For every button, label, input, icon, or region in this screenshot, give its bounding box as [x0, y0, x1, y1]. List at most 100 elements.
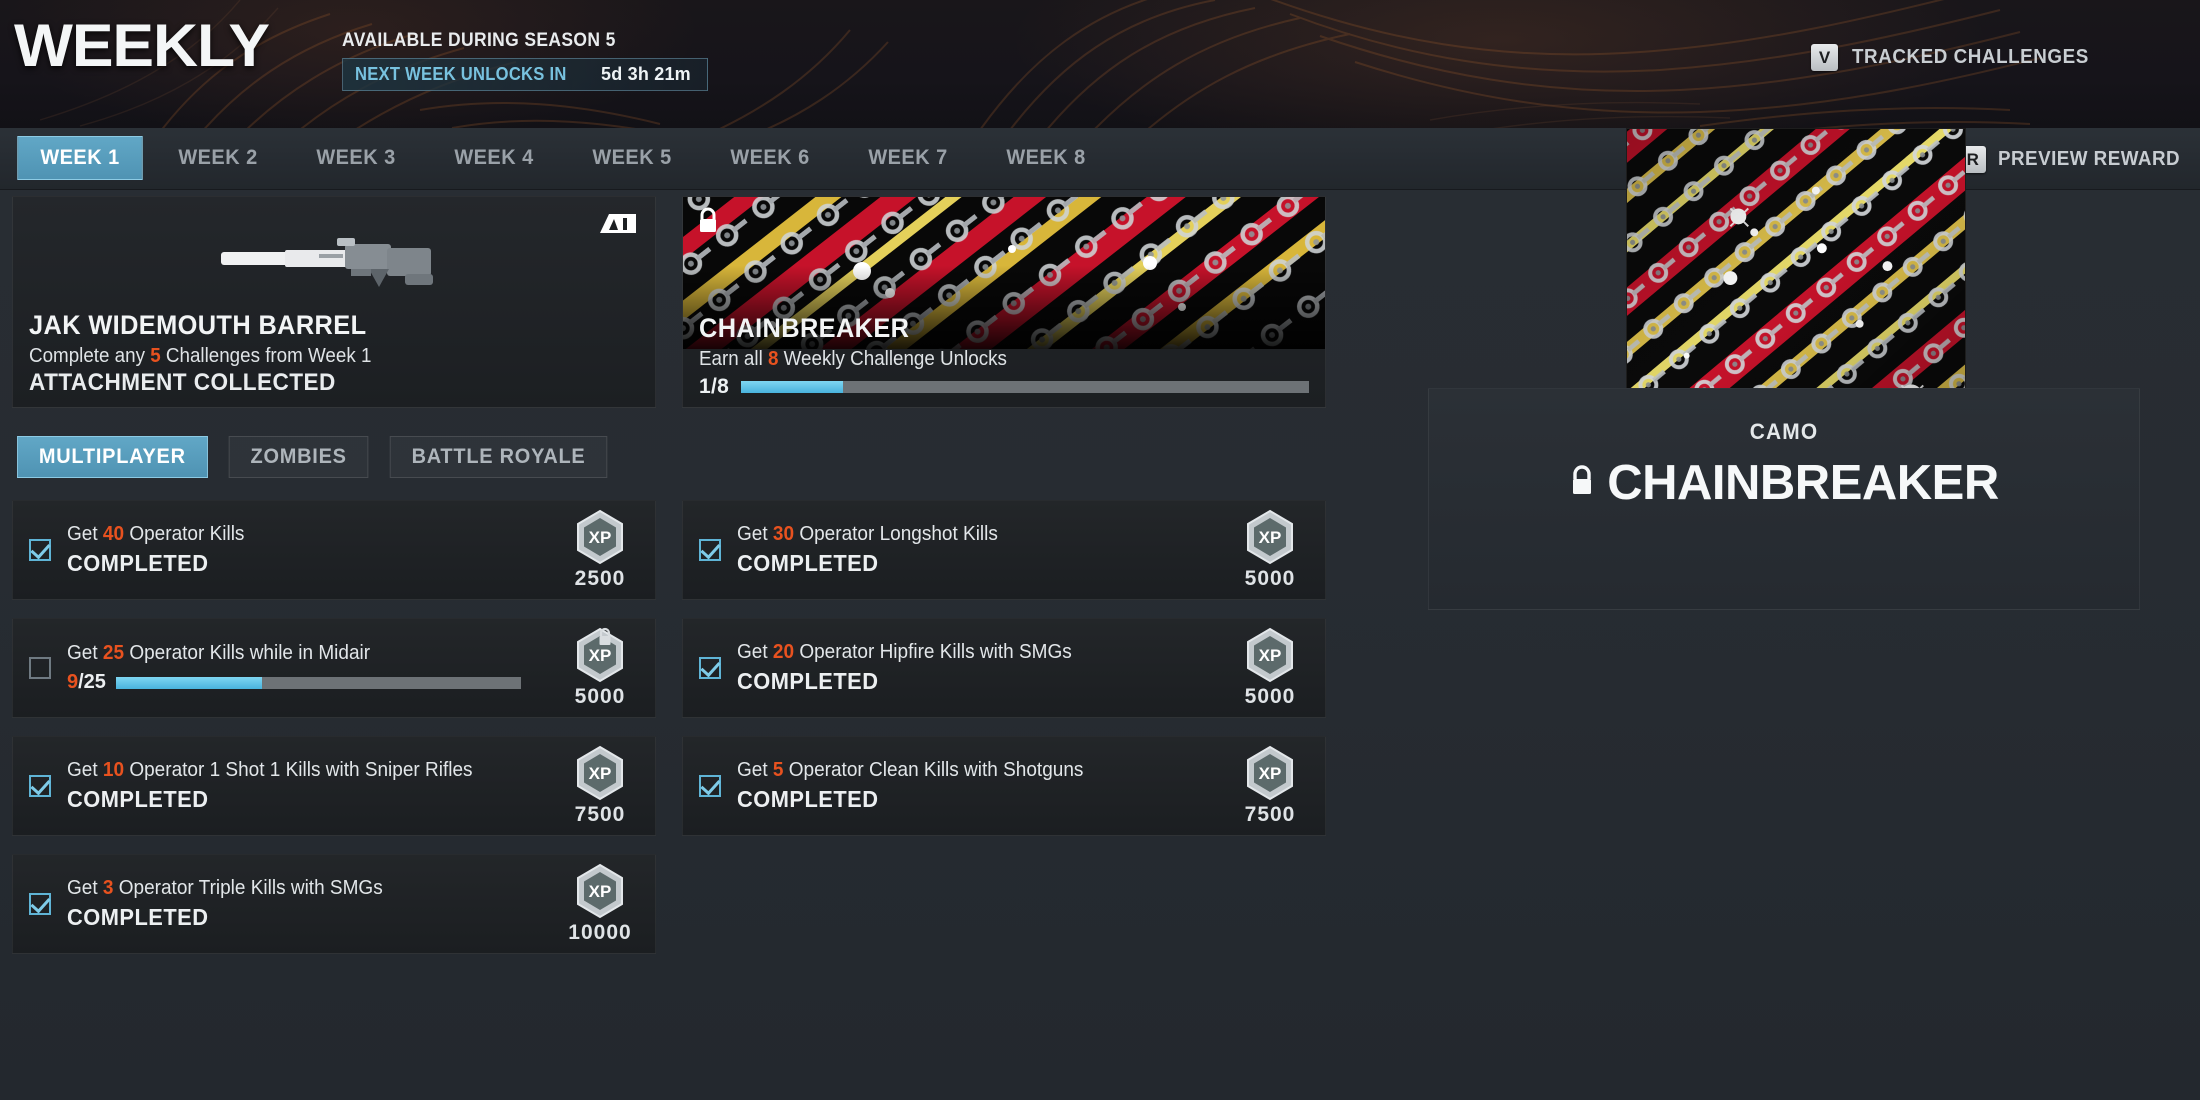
svg-text:XP: XP [589, 528, 612, 547]
challenge-lock-badge [597, 627, 613, 652]
challenge-row[interactable]: Get 3 Operator Triple Kills with SMGs COM… [12, 854, 656, 954]
challenge-progress-bar [115, 676, 521, 689]
svg-text:XP: XP [1259, 646, 1282, 665]
camo-card-text: CHAINBREAKER Earn all 8 Weekly Challenge… [699, 313, 1309, 399]
tab-week-8[interactable]: WEEK 8 [983, 136, 1108, 180]
svg-text:XP: XP [1259, 528, 1282, 547]
jak-logo-icon [597, 209, 639, 239]
camo-name: CHAINBREAKER [699, 313, 910, 343]
challenge-xp-reward: XP 5000 [1221, 509, 1325, 591]
tab-battle-royale[interactable]: BATTLE ROYALE [389, 436, 608, 478]
tab-week-6[interactable]: WEEK 6 [707, 136, 832, 180]
svg-text:XP: XP [589, 764, 612, 783]
challenge-body: Get 20 Operator Hipfire Kills with SMGs C… [721, 641, 1221, 695]
challenge-xp-reward: XP 7500 [1221, 745, 1325, 827]
challenge-description: Get 20 Operator Hipfire Kills with SMGs [737, 641, 1184, 665]
challenge-lock-icon [599, 627, 611, 645]
challenge-row[interactable]: Get 30 Operator Longshot Kills COMPLETED X… [682, 500, 1326, 600]
challenge-description: Get 30 Operator Longshot Kills [737, 523, 1184, 547]
tab-week-1[interactable]: WEEK 1 [17, 136, 143, 180]
attachment-reward-card[interactable]: JAK WIDEMOUTH BARREL Complete any 5 Chal… [12, 196, 656, 408]
challenge-list: Get 40 Operator Kills COMPLETED XP 2500 Get … [12, 500, 1342, 954]
challenge-status: COMPLETED [67, 903, 209, 930]
season-info: AVAILABLE DURING SEASON 5 NEXT WEEK UNLO… [342, 30, 708, 91]
week-tabs: WEEK 1 WEEK 2 WEEK 3 WEEK 4 WEEK 5 WEEK … [14, 136, 1112, 180]
season-availability-label: AVAILABLE DURING SEASON 5 [342, 30, 616, 51]
challenge-desc-prefix: Get [737, 759, 773, 782]
challenge-xp-reward: XP 5000 [1221, 627, 1325, 709]
challenge-checkbox[interactable] [29, 539, 51, 561]
xp-hex-icon: XP [577, 745, 623, 801]
tab-multiplayer[interactable]: MULTIPLAYER [17, 436, 208, 478]
unlock-timer-value: 5d 3h 21m [601, 64, 691, 84]
attachment-name: JAK WIDEMOUTH BARREL [29, 310, 367, 340]
challenge-description: Get 5 Operator Clean Kills with Shotguns [737, 759, 1184, 783]
sniper-rifle-icon [219, 230, 449, 294]
xp-hex-icon: XP [1247, 509, 1293, 565]
camo-reward-card[interactable]: CHAINBREAKER Earn all 8 Weekly Challenge… [682, 196, 1326, 408]
xp-hex-icon: XP [577, 863, 623, 919]
xp-hex-icon: XP [1247, 627, 1293, 683]
camo-progress-bar [741, 381, 1309, 393]
camo-name-row: CHAINBREAKER [1569, 455, 1999, 511]
challenge-row[interactable]: Get 10 Operator 1 Shot 1 Kills with Snip… [12, 736, 656, 836]
tab-week-4[interactable]: WEEK 4 [431, 136, 556, 180]
tab-week-3[interactable]: WEEK 3 [293, 136, 418, 180]
challenge-desc-prefix: Get [67, 759, 103, 782]
reward-cards: JAK WIDEMOUTH BARREL Complete any 5 Chal… [12, 196, 1326, 408]
challenge-desc-count: 40 [102, 523, 125, 546]
challenge-row[interactable]: Get 5 Operator Clean Kills with Shotguns… [682, 736, 1326, 836]
attachment-status: ATTACHMENT COLLECTED [29, 369, 336, 396]
challenge-desc-prefix: Get [67, 523, 103, 546]
camo-name-lock-icon [1569, 464, 1595, 503]
challenge-checkbox[interactable] [29, 893, 51, 915]
svg-text:XP: XP [589, 882, 612, 901]
challenge-desc-suffix: Operator Triple Kills with SMGs [113, 877, 383, 900]
challenge-desc-suffix: Operator Kills while in Midair [124, 641, 371, 664]
camo-progress-text: 1/8 [699, 375, 730, 398]
challenge-desc-suffix: Operator Longshot Kills [794, 523, 998, 546]
challenge-description: Get 25 Operator Kills while in Midair [67, 642, 514, 666]
reward-preview-panel: CAMO CHAINBREAKER [1360, 0, 2200, 910]
weekly-challenges-screen: WEEKLY AVAILABLE DURING SEASON 5 NEXT WE… [0, 0, 2200, 1100]
challenge-checkbox[interactable] [699, 657, 721, 679]
camo-progress: 1/8 [699, 375, 1309, 399]
challenge-body: Get 5 Operator Clean Kills with Shotguns… [721, 759, 1221, 813]
challenge-xp-reward: XP 2500 [551, 509, 655, 591]
challenge-row[interactable]: Get 40 Operator Kills COMPLETED XP 2500 [12, 500, 656, 600]
xp-hex-icon: XP [577, 509, 623, 565]
tab-zombies[interactable]: ZOMBIES [228, 436, 369, 478]
challenge-checkbox[interactable] [699, 539, 721, 561]
challenge-desc-prefix: Get [67, 877, 103, 900]
challenge-status: COMPLETED [737, 667, 879, 694]
challenge-status: COMPLETED [67, 549, 209, 576]
challenge-xp-amount: 7500 [574, 803, 626, 826]
challenge-status: COMPLETED [737, 549, 879, 576]
challenge-xp-amount: 5000 [1244, 567, 1296, 590]
challenge-progress-text: 9/25 [67, 671, 106, 694]
challenge-body: Get 25 Operator Kills while in Midair 9/2… [51, 642, 551, 695]
camo-lock-icon [697, 207, 719, 239]
tab-week-5[interactable]: WEEK 5 [569, 136, 694, 180]
svg-text:XP: XP [1259, 764, 1282, 783]
challenge-desc-count: 3 [102, 877, 114, 900]
tab-week-7[interactable]: WEEK 7 [845, 136, 970, 180]
challenge-status: COMPLETED [67, 785, 209, 812]
challenge-desc-count: 30 [772, 523, 795, 546]
page-title: WEEKLY [14, 12, 270, 79]
mode-tabs: MULTIPLAYER ZOMBIES BATTLE ROYALE [12, 436, 613, 478]
challenge-checkbox[interactable] [29, 775, 51, 797]
tab-week-2[interactable]: WEEK 2 [155, 136, 280, 180]
challenge-status: COMPLETED [737, 785, 879, 812]
challenge-body: Get 3 Operator Triple Kills with SMGs COM… [51, 877, 551, 931]
challenge-desc-prefix: Get [67, 641, 103, 664]
camo-kicker-label: CAMO [1749, 419, 1819, 444]
challenge-checkbox[interactable] [699, 775, 721, 797]
challenge-description: Get 3 Operator Triple Kills with SMGs [67, 877, 514, 901]
challenge-progress: 9/25 [67, 671, 537, 694]
challenge-checkbox[interactable] [29, 657, 51, 679]
challenge-row[interactable]: Get 20 Operator Hipfire Kills with SMGs C… [682, 618, 1326, 718]
challenge-row[interactable]: Get 25 Operator Kills while in Midair 9/2… [12, 618, 656, 718]
challenge-description: Get 40 Operator Kills [67, 523, 514, 547]
challenge-desc-count: 20 [772, 641, 795, 664]
